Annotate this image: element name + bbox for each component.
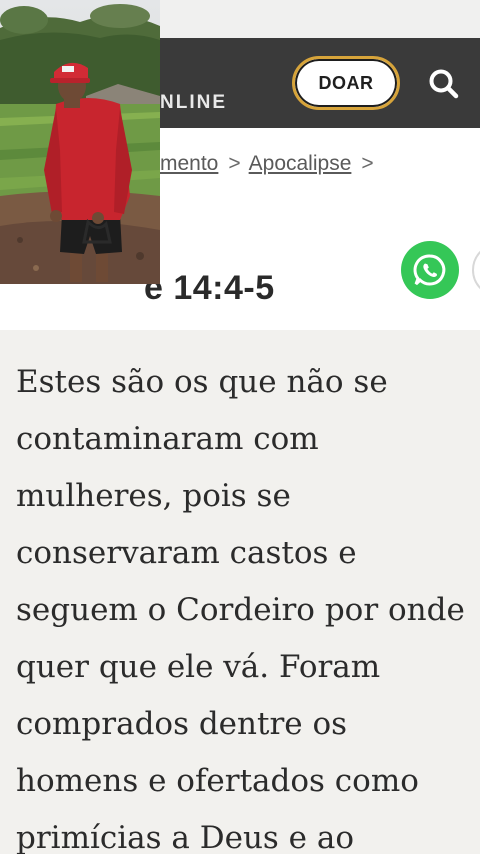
- page: NLINE DOAR mento > Apocalipse > e 14:4-5 Es…: [0, 0, 480, 854]
- verse-section: Estes são os que não se contaminaram com…: [0, 330, 480, 854]
- donate-button[interactable]: DOAR: [292, 56, 400, 110]
- search-icon: [429, 69, 459, 99]
- breadcrumb-separator: >: [228, 152, 241, 175]
- video-thumbnail[interactable]: [0, 0, 160, 284]
- page-title: e 14:4-5: [144, 268, 275, 307]
- whatsapp-icon: [413, 254, 446, 286]
- breadcrumb-separator: >: [361, 152, 374, 175]
- verse-text: Estes são os que não se contaminaram com…: [16, 364, 465, 854]
- share-button[interactable]: [472, 243, 480, 297]
- breadcrumb-book-link[interactable]: Apocalipse: [249, 152, 352, 175]
- site-logo-text[interactable]: NLINE: [160, 92, 227, 114]
- search-button[interactable]: [424, 64, 464, 104]
- breadcrumb: mento > Apocalipse >: [160, 152, 382, 176]
- video-thumbnail-image: [0, 0, 160, 284]
- whatsapp-share-button[interactable]: [401, 241, 459, 299]
- breadcrumb-testament-link[interactable]: mento: [160, 152, 218, 175]
